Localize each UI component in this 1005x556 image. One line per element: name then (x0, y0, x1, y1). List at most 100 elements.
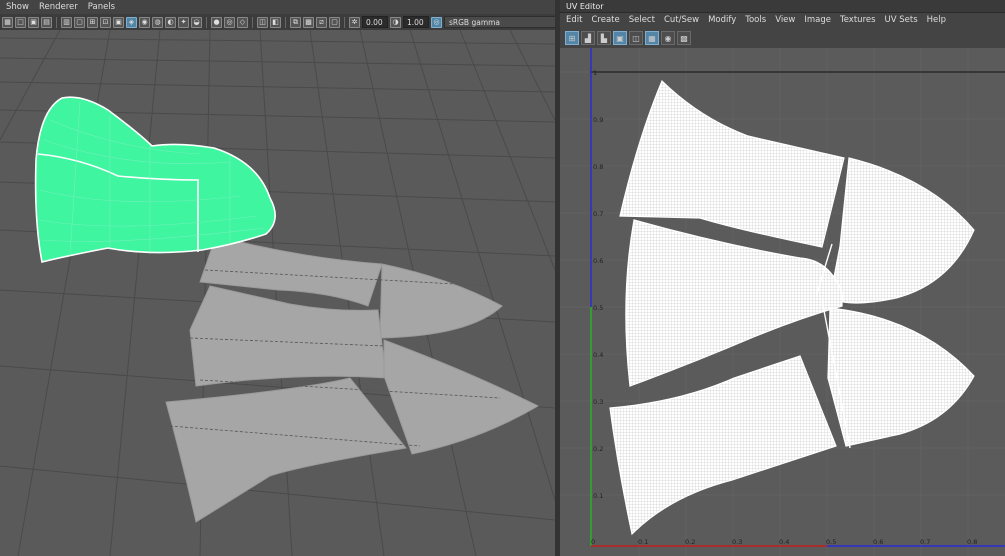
toolbar-divider (344, 16, 345, 28)
exposure-icon[interactable]: ✲ (349, 16, 360, 28)
uv-editor-panel: UV Editor Edit Create Select Cut/Sew Mod… (560, 0, 1005, 556)
uv-shaded-icon[interactable]: ▟ (581, 31, 595, 45)
u-tick-label: 0.8 (967, 538, 977, 546)
uv-editor-menubar: Edit Create Select Cut/Sew Modify Tools … (560, 13, 1005, 27)
grid-lines-icon[interactable]: ▦ (2, 16, 13, 28)
u-tick-label: 0.2 (685, 538, 695, 546)
two-sided-lighting-icon[interactable]: ▩ (303, 16, 314, 28)
u-tick-label: 0.1 (638, 538, 648, 546)
xray-icon[interactable]: ● (211, 16, 222, 28)
uv-menu-help[interactable]: Help (927, 15, 946, 25)
uv-shell-top-right (379, 263, 503, 339)
uv-distortion-icon[interactable]: ▙ (597, 31, 611, 45)
toolbar-divider (206, 16, 207, 28)
gate-mask-icon[interactable]: ⧉ (290, 16, 301, 28)
selected-mesh[interactable] (34, 96, 276, 263)
v-tick-label: 1 (593, 69, 597, 77)
v-tick-label: 0.8 (593, 163, 603, 171)
uv-canvas[interactable]: 1 0.9 0.8 0.7 0.6 0.5 0.4 0.3 0.2 0.1 0 … (560, 48, 1005, 556)
uv-shells[interactable] (609, 79, 975, 536)
grid-line (0, 81, 555, 93)
menu-panels[interactable]: Panels (88, 2, 115, 12)
uv-menu-textures[interactable]: Textures (840, 15, 876, 25)
v-tick-label: 0.9 (593, 116, 603, 124)
uv-menu-edit[interactable]: Edit (566, 15, 582, 25)
uv-menu-cut-sew[interactable]: Cut/Sew (664, 15, 699, 25)
xray-components-icon[interactable]: ◇ (237, 16, 248, 28)
uv-display-grid-icon[interactable]: ▦ (645, 31, 659, 45)
uv-texture-view[interactable]: 1 0.9 0.8 0.7 0.6 0.5 0.4 0.3 0.2 0.1 0 … (560, 48, 1005, 556)
film-gate-icon[interactable]: ▢ (74, 16, 85, 28)
viewport-toolbar: ▦ □ ▣ ▤ ▥ ▢ ⊞ ⊡ ▣ ◈ ◉ ◍ ◐ ✦ ◒ ● ◎ ◇ ◫ ◧ … (0, 14, 555, 30)
shadows-icon[interactable]: ✦ (178, 16, 189, 28)
smooth-shade-icon[interactable]: ◉ (139, 16, 150, 28)
uv-menu-create[interactable]: Create (591, 15, 619, 25)
v-tick-label: 0.6 (593, 257, 603, 265)
backface-culling-icon[interactable]: ◧ (270, 16, 281, 28)
v-tick-label: 0.5 (593, 304, 603, 312)
uv-grid-icon[interactable]: ⊞ (565, 31, 579, 45)
color-space-value: sRGB gamma (449, 17, 501, 27)
uv-pixel-snap-icon[interactable]: ◉ (661, 31, 675, 45)
uv-shell-top-left (619, 79, 845, 248)
use-all-lights-icon[interactable]: ◐ (165, 16, 176, 28)
uv-checker-icon[interactable]: ◫ (629, 31, 643, 45)
perspective-viewport[interactable]: Show Renderer Panels ▦ □ ▣ ▤ ▥ ▢ ⊞ ⊡ ▣ ◈… (0, 0, 555, 556)
grid-line (109, 30, 161, 556)
uv-shell-bottom-left (165, 377, 407, 523)
uv-shell-middle-right (383, 339, 540, 455)
color-management-icon[interactable]: ◎ (431, 16, 442, 28)
u-tick-label: 0.7 (920, 538, 930, 546)
anti-aliasing-icon[interactable]: ▢ (329, 16, 340, 28)
grid-line (0, 37, 555, 45)
uv-menu-tools[interactable]: Tools (745, 15, 766, 25)
uv-menu-select[interactable]: Select (629, 15, 655, 25)
image-plane-icon[interactable]: ▥ (61, 16, 72, 28)
toolbar-divider (252, 16, 253, 28)
u-tick-label: 0 (591, 538, 595, 546)
viewport-scene[interactable] (0, 30, 555, 556)
v-tick-label: 0.7 (593, 210, 603, 218)
uv-menu-image[interactable]: Image (804, 15, 831, 25)
u-tick-label: 0.4 (779, 538, 789, 546)
uv-texture-borders-icon[interactable]: ▣ (613, 31, 627, 45)
gamma-field[interactable]: 1.00 (403, 16, 429, 28)
safe-action-icon[interactable]: ⊡ (100, 16, 111, 28)
uv-shell-bottom-right (827, 307, 975, 447)
u-tick-label: 0.5 (826, 538, 836, 546)
exposure-field[interactable]: 0.00 (362, 16, 388, 28)
field-chart-icon[interactable]: ▣ (113, 16, 124, 28)
u-tick-label: 0.6 (873, 538, 883, 546)
v-tick-label: 0.4 (593, 351, 603, 359)
toolbar-divider (56, 16, 57, 28)
color-space-dropdown[interactable]: sRGB gamma ▼ (444, 16, 555, 28)
camera-attributes-icon[interactable]: ▤ (41, 16, 52, 28)
v-tick-label: 0.2 (593, 445, 603, 453)
xray-joints-icon[interactable]: ◎ (224, 16, 235, 28)
isolate-select-icon[interactable]: ◫ (257, 16, 268, 28)
u-tick-label: 0.3 (732, 538, 742, 546)
motion-blur-icon[interactable]: ⧄ (316, 16, 327, 28)
uv-shell-top-right (829, 157, 975, 304)
resolution-gate-icon[interactable]: ⊞ (87, 16, 98, 28)
gamma-icon[interactable]: ◑ (390, 16, 401, 28)
camera-select-icon[interactable]: □ (15, 16, 26, 28)
menu-renderer[interactable]: Renderer (39, 2, 78, 12)
textured-icon[interactable]: ◍ (152, 16, 163, 28)
uv-editor-title[interactable]: UV Editor (560, 0, 1005, 13)
wireframe-shade-icon[interactable]: ◈ (126, 16, 137, 28)
uv-shell-bottom-left (609, 355, 837, 536)
uv-menu-view[interactable]: View (775, 15, 795, 25)
ambient-occlusion-icon[interactable]: ◒ (191, 16, 202, 28)
menu-show[interactable]: Show (6, 2, 29, 12)
uv-menu-modify[interactable]: Modify (708, 15, 736, 25)
viewport-menubar: Show Renderer Panels (0, 0, 555, 14)
v-tick-label: 0.3 (593, 398, 603, 406)
v-tick-label: 0.1 (593, 492, 603, 500)
uv-snapshot-icon[interactable]: ▩ (677, 31, 691, 45)
toolbar-divider (285, 16, 286, 28)
projected-uv-shells[interactable] (165, 235, 540, 523)
uv-menu-uv-sets[interactable]: UV Sets (885, 15, 918, 25)
bookmark-icon[interactable]: ▣ (28, 16, 39, 28)
uv-editor-toolbar: ⊞ ▟ ▙ ▣ ◫ ▦ ◉ ▩ (560, 28, 1005, 48)
